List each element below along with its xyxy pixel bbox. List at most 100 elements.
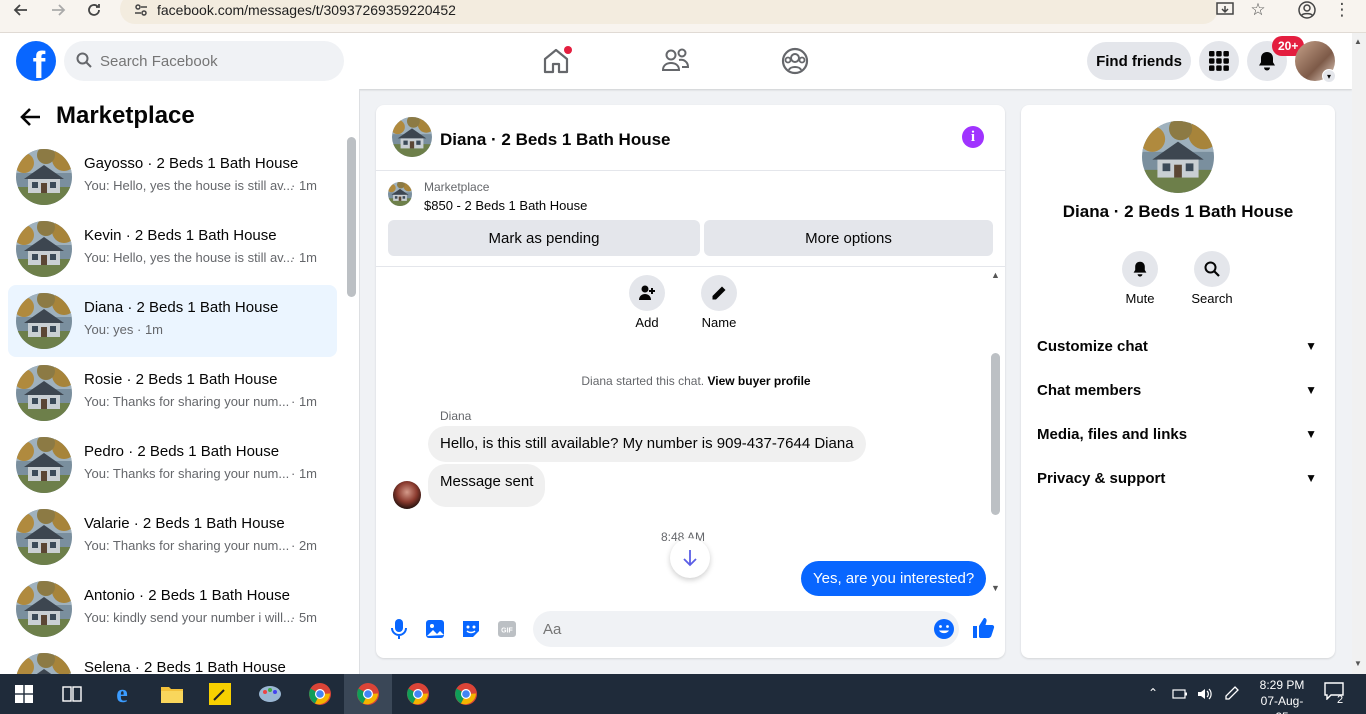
incoming-message[interactable]: Message sent [428,464,546,507]
mark-as-pending-button[interactable]: Mark as pending [388,220,700,256]
conversation-time: · 1m [291,394,317,409]
sticker-icon[interactable] [460,618,482,640]
chat-details-panel: Diana · 2 Beds 1 Bath House Mute Search … [1021,105,1335,658]
site-settings-icon[interactable] [133,2,149,18]
message-input-box[interactable] [533,611,959,647]
chrome-icon [407,683,429,705]
edge-browser-button[interactable]: e [98,674,146,714]
chrome-active-window-button[interactable] [344,674,392,714]
listing-thumbnail [16,365,72,421]
search-input[interactable] [100,41,330,81]
browser-menu-icon[interactable]: ⋮ [1330,0,1354,20]
start-button[interactable] [0,674,48,714]
chat-photo[interactable] [1142,121,1214,193]
groups-icon[interactable] [779,45,811,77]
scroll-up-arrow-icon[interactable]: ▲ [1354,37,1362,46]
view-buyer-profile-link[interactable]: View buyer profile [707,374,810,388]
outgoing-message[interactable]: Yes, are you interested? [801,561,987,596]
sender-avatar[interactable] [393,481,421,509]
listing-title[interactable]: $850 - 2 Beds 1 Bath House [424,198,587,213]
address-bar[interactable]: facebook.com/messages/t/3093726935922045… [120,0,1218,24]
conversation-preview: You: Thanks for sharing your num... [84,394,290,409]
find-friends-button[interactable]: Find friends [1087,42,1191,80]
menu-grid-button[interactable] [1199,41,1239,81]
chevron-down-icon[interactable]: ▾ [1322,69,1336,83]
scrollbar-thumb[interactable] [347,137,356,297]
conversation-item[interactable]: Selena · 2 Beds 1 Bath House [8,645,337,674]
install-app-icon[interactable] [1213,0,1237,20]
conversation-preview: You: yes · 1m [84,322,164,337]
mute-button[interactable] [1122,251,1158,287]
thumbs-up-icon[interactable] [971,616,995,640]
emoji-icon[interactable] [933,618,955,640]
task-view-button[interactable] [48,674,96,714]
incoming-message[interactable]: Hello, is this still available? My numbe… [428,426,866,462]
page-scrollbar[interactable]: ▲ ▼ [1352,33,1366,674]
conversation-name: Antonio · 2 Beds 1 Bath House [84,587,290,604]
chevron-down-icon: ▼ [1305,339,1317,353]
conversation-item[interactable]: Valarie · 2 Beds 1 Bath House You: Thanks… [8,501,337,573]
add-person-button[interactable] [629,275,665,311]
file-explorer-button[interactable] [148,674,196,714]
search-box[interactable] [64,41,344,81]
volume-icon[interactable] [1196,686,1212,702]
sticky-notes-button[interactable] [196,674,244,714]
conversation-item[interactable]: Pedro · 2 Beds 1 Bath House You: Thanks f… [8,429,337,501]
scroll-up-arrow-icon[interactable]: ▲ [991,270,1000,280]
search-in-chat-button[interactable] [1194,251,1230,287]
profile-icon[interactable] [1295,0,1319,20]
chat-members-section[interactable]: Chat members ▼ [1029,371,1327,411]
search-icon [76,52,92,68]
bookmark-star-icon[interactable]: ☆ [1246,0,1270,20]
show-hidden-icons-chevron-icon[interactable]: ⌃ [1148,686,1158,700]
sticky-note-icon [209,683,231,705]
more-options-button[interactable]: More options [704,220,993,256]
reload-icon[interactable] [82,0,106,20]
scroll-down-arrow-icon[interactable]: ▼ [1354,659,1362,668]
pen-icon[interactable] [1222,685,1240,703]
back-icon[interactable] [9,0,33,20]
back-arrow-icon[interactable] [20,107,42,127]
customize-chat-section[interactable]: Customize chat ▼ [1029,327,1327,367]
bell-icon [1259,52,1275,71]
scroll-to-bottom-button[interactable] [670,538,710,578]
task-view-icon [62,686,82,702]
media-files-links-section[interactable]: Media, files and links ▼ [1029,415,1327,455]
url-text[interactable]: facebook.com/messages/t/3093726935922045… [157,2,456,18]
marketplace-title: Marketplace [56,102,195,129]
privacy-support-section[interactable]: Privacy & support ▼ [1029,459,1327,499]
chat-scrollbar-thumb[interactable] [991,353,1000,515]
chat-thumbnail[interactable] [392,117,432,157]
chrome-profile-m-button[interactable] [296,674,344,714]
gif-icon[interactable]: GIF [496,618,518,640]
scroll-down-arrow-icon[interactable]: ▼ [991,583,1000,593]
photo-icon[interactable] [424,618,446,640]
home-icon[interactable] [540,45,572,77]
facebook-header: f Find friends 20+ ▾ [0,33,1352,89]
chrome-window-button[interactable] [442,674,490,714]
conversation-item[interactable]: Rosie · 2 Beds 1 Bath House You: Thanks f… [8,357,337,429]
facebook-logo-icon[interactable]: f [16,41,56,81]
chrome-window-button[interactable] [394,674,442,714]
taskbar-clock[interactable]: 8:29 PM 07-Aug-25 [1254,677,1310,714]
chat-title[interactable]: Diana · 2 Beds 1 Bath House [440,130,671,150]
battery-network-icon[interactable] [1172,687,1188,701]
name-button[interactable] [701,275,737,311]
conversation-item[interactable]: Gayosso · 2 Beds 1 Bath House You: Hello,… [8,141,337,213]
clock-date: 07-Aug-25 [1260,694,1304,714]
arrow-down-icon [683,550,697,567]
message-input[interactable] [543,611,923,647]
conversation-item[interactable]: Diana · 2 Beds 1 Bath House You: yes · 1m [8,285,337,357]
conversation-item[interactable]: Kevin · 2 Beds 1 Bath House You: Hello, y… [8,213,337,285]
microphone-icon[interactable] [388,618,410,640]
conversation-item[interactable]: Antonio · 2 Beds 1 Bath House You: kindly… [8,573,337,645]
listing-thumbnail [388,182,412,206]
add-person-icon [639,285,655,300]
info-icon[interactable]: i [962,126,984,148]
forward-icon[interactable] [46,0,70,20]
friends-icon[interactable] [660,45,692,77]
conversation-preview: You: Hello, yes the house is still av... [84,178,294,193]
listing-thumbnail [16,293,72,349]
paint-app-button[interactable] [246,674,294,714]
listing-thumbnail [16,509,72,565]
